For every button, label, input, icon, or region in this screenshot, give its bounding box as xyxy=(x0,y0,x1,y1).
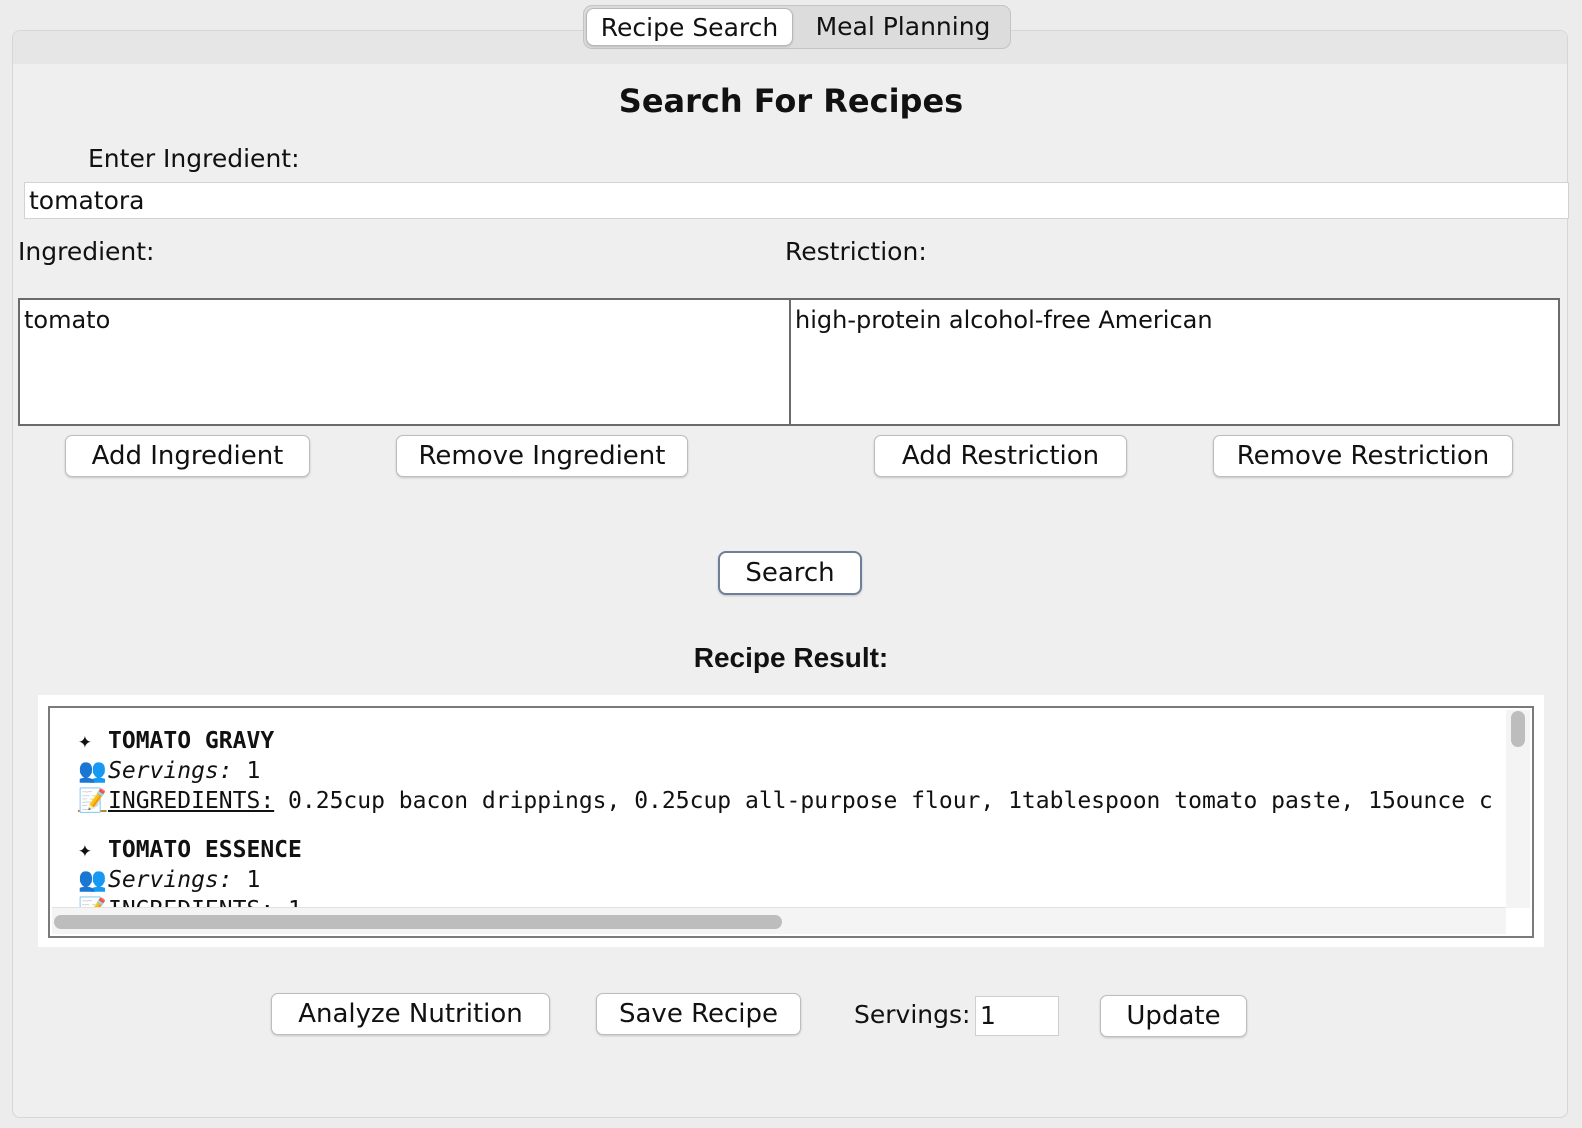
tab-meal-planning[interactable]: Meal Planning xyxy=(798,8,1008,46)
ingredient-input[interactable]: tomatora xyxy=(24,182,1569,219)
ingredient-list-label: Ingredient: xyxy=(18,237,155,266)
servings-input[interactable]: 1 xyxy=(975,996,1059,1036)
servings-value: 1 xyxy=(246,758,261,784)
recipe-servings-line: 👥Servings: 1 xyxy=(78,865,1508,895)
horizontal-scroll-thumb[interactable] xyxy=(54,915,782,929)
recipe-result-area[interactable]: ✦ TOMATO GRAVY 👥Servings: 1 📝INGREDIENTS:… xyxy=(48,706,1534,938)
analyze-nutrition-button[interactable]: Analyze Nutrition xyxy=(271,993,550,1035)
tab-recipe-search[interactable]: Recipe Search xyxy=(586,8,793,46)
servings-label: Servings: xyxy=(108,867,233,893)
sparkle-icon: ✦ xyxy=(78,837,92,863)
restriction-list-label: Restriction: xyxy=(785,237,927,266)
restriction-list[interactable]: high-protein alcohol-free American xyxy=(789,298,1560,426)
servings-value: 1 xyxy=(246,867,261,893)
recipe-name: TOMATO GRAVY xyxy=(108,728,275,754)
vertical-scroll-thumb[interactable] xyxy=(1511,711,1525,747)
recipe-name: TOMATO ESSENCE xyxy=(108,837,302,863)
ingredient-list[interactable]: tomato xyxy=(18,298,791,426)
ingredients-label: INGREDIENTS: xyxy=(108,788,275,814)
recipe-ingredients-line: 📝INGREDIENTS: 0.25cup bacon drippings, 0… xyxy=(78,786,1508,816)
memo-icon: 📝 xyxy=(78,788,107,814)
servings-label: Servings: xyxy=(854,1000,971,1029)
recipe-title-line: ✦ TOMATO GRAVY xyxy=(78,726,1508,756)
ingredients-text: 0.25cup bacon drippings, 0.25cup all-pur… xyxy=(288,788,1493,814)
people-icon: 👥 xyxy=(78,867,107,893)
servings-label: Servings: xyxy=(108,758,233,784)
list-item[interactable]: tomato xyxy=(24,306,789,334)
remove-restriction-button[interactable]: Remove Restriction xyxy=(1213,435,1513,477)
sparkle-icon: ✦ xyxy=(78,728,92,754)
update-button[interactable]: Update xyxy=(1100,995,1247,1037)
save-recipe-button[interactable]: Save Recipe xyxy=(596,993,801,1035)
add-ingredient-button[interactable]: Add Ingredient xyxy=(65,435,310,477)
recipe-result-text[interactable]: ✦ TOMATO GRAVY 👥Servings: 1 📝INGREDIENTS:… xyxy=(78,726,1508,912)
recipe-result-title: Recipe Result: xyxy=(693,642,889,673)
enter-ingredient-label: Enter Ingredient: xyxy=(88,144,300,173)
add-restriction-button[interactable]: Add Restriction xyxy=(874,435,1127,477)
people-icon: 👥 xyxy=(78,758,107,784)
page-title: Search For Recipes xyxy=(618,82,964,120)
recipe-servings-line: 👥Servings: 1 xyxy=(78,756,1508,786)
tab-bar: Recipe Search Meal Planning xyxy=(583,5,1011,49)
list-item[interactable]: high-protein alcohol-free American xyxy=(795,306,1558,334)
recipe-title-line: ✦ TOMATO ESSENCE xyxy=(78,835,1508,865)
remove-ingredient-button[interactable]: Remove Ingredient xyxy=(396,435,688,477)
search-button[interactable]: Search xyxy=(718,551,862,595)
